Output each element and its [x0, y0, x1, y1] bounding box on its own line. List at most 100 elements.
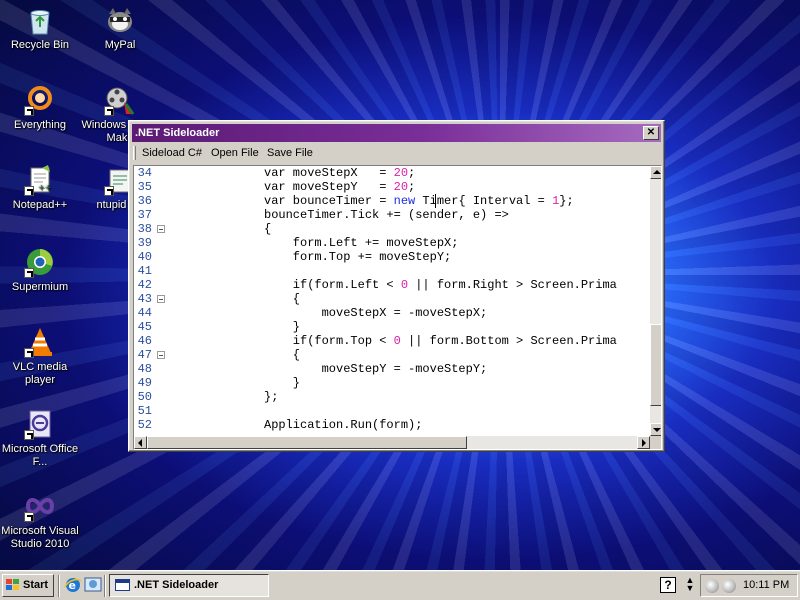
code-token: || form.Right > Screen.Prima	[408, 278, 617, 292]
line-number: 44	[137, 306, 152, 320]
code-line[interactable]: 37 bounceTimer.Tick += (sender, e) =>	[134, 208, 650, 222]
desktop-icon-label: Notepad++	[12, 199, 68, 211]
help-icon[interactable]: ?	[660, 577, 676, 593]
code-token: if(form.Top <	[264, 334, 394, 348]
desktop-icon-mypal[interactable]: MyPal	[80, 4, 160, 52]
arrow-right-icon	[642, 439, 646, 447]
code-line[interactable]: 45 }	[134, 320, 650, 334]
line-number: 43	[137, 292, 152, 306]
arrow-left-icon	[138, 439, 142, 447]
tray-status-icon[interactable]	[722, 579, 736, 593]
code-line[interactable]: 51	[134, 404, 650, 418]
line-number: 34	[137, 166, 152, 180]
code-text: {	[264, 348, 300, 362]
code-line[interactable]: 46 if(form.Top < 0 || form.Bottom > Scre…	[134, 334, 650, 348]
code-line[interactable]: 34 var moveStepX = 20;	[134, 166, 650, 180]
code-area[interactable]: 34 var moveStepX = 20; 35 var moveStepY = 2…	[134, 166, 650, 436]
desktop-icon-visual-studio[interactable]: Microsoft Visual Studio 2010	[0, 490, 80, 551]
code-token: var moveStepY =	[264, 180, 394, 194]
code-line[interactable]: 36 var bounceTimer = new Timer{ Interval …	[134, 194, 650, 208]
code-line[interactable]: 44 moveStepX = -moveStepX;	[134, 306, 650, 320]
clock[interactable]: 10:11 PM	[743, 575, 789, 596]
desktop-icon-label: VLC media player	[12, 361, 68, 386]
desktop-icon-vlc[interactable]: VLC media player	[0, 326, 80, 387]
horizontal-scrollbar[interactable]	[134, 436, 650, 449]
vertical-scrollbar[interactable]	[650, 166, 661, 436]
desktop-icon-notepadpp[interactable]: ++ Notepad++	[0, 164, 80, 212]
toolbar-grip[interactable]	[133, 146, 136, 160]
code-line[interactable]: 43 {	[134, 292, 650, 306]
code-line[interactable]: 50};	[134, 390, 650, 404]
scroll-up-button[interactable]	[650, 166, 661, 179]
code-text: }	[264, 376, 300, 390]
code-line[interactable]: 42 if(form.Left < 0 || form.Right > Scre…	[134, 278, 650, 292]
vertical-scroll-thumb[interactable]	[650, 324, 661, 406]
code-line[interactable]: 52 Application.Run(form);	[134, 418, 650, 432]
menu-sideload-csharp[interactable]: Sideload C#	[142, 143, 202, 163]
line-number: 38	[137, 222, 152, 236]
supermium-icon	[24, 246, 56, 278]
code-line[interactable]: 39 form.Left += moveStepX;	[134, 236, 650, 250]
line-number: 47	[137, 348, 152, 362]
taskbar-button-label: .NET Sideloader	[134, 579, 219, 591]
arrow-down-icon	[653, 428, 661, 432]
code-line[interactable]: 47 {	[134, 348, 650, 362]
taskbar-separator	[104, 575, 106, 597]
line-number: 40	[137, 250, 152, 264]
menu-open-file[interactable]: Open File	[211, 143, 259, 163]
shortcut-arrow-icon	[24, 186, 34, 196]
horizontal-scroll-thumb[interactable]	[147, 436, 467, 449]
code-token: {	[264, 292, 301, 306]
scroll-down-button[interactable]	[650, 423, 661, 436]
code-line[interactable]: 40 form.Top += moveStepY;	[134, 250, 650, 264]
menu-save-file[interactable]: Save File	[267, 143, 313, 163]
close-button[interactable]: ✕	[643, 126, 659, 140]
number-token: 20	[393, 180, 409, 194]
taskbar-button-sideloader[interactable]: .NET Sideloader	[109, 574, 269, 597]
fold-toggle-icon[interactable]	[157, 351, 165, 359]
shortcut-arrow-icon	[104, 186, 114, 196]
code-line[interactable]: 48 moveStepY = -moveStepY;	[134, 362, 650, 376]
show-desktop-icon[interactable]	[84, 576, 102, 594]
desktop-icon-recycle-bin[interactable]: Recycle Bin	[0, 4, 80, 52]
desktop-icon-supermium[interactable]: Supermium	[0, 246, 80, 294]
line-number: 51	[137, 404, 152, 418]
system-tray: 10:11 PM	[700, 574, 798, 597]
code-token: moveStepX = -moveStepX;	[264, 306, 488, 320]
desktop-icon-everything[interactable]: Everything	[0, 84, 80, 132]
code-token: var bounceTimer =	[264, 194, 394, 208]
desktop-icon-office[interactable]: Microsoft Office F...	[0, 408, 80, 469]
scroll-left-button[interactable]	[134, 436, 147, 449]
windows-flag-icon	[6, 579, 20, 591]
sideloader-window: .NET Sideloader ✕ Sideload C# Open File …	[128, 120, 665, 452]
fold-toggle-icon[interactable]	[157, 225, 165, 233]
line-number: 36	[137, 194, 152, 208]
code-text: Application.Run(form);	[264, 418, 422, 432]
code-token: {	[264, 348, 301, 362]
window-titlebar[interactable]: .NET Sideloader ✕	[132, 124, 661, 142]
keyword-token: new	[393, 194, 416, 208]
movie-maker-icon	[104, 84, 136, 116]
desktop-icon-label: Supermium	[11, 281, 69, 293]
code-text: var moveStepY = 20;	[264, 180, 415, 194]
code-line[interactable]: 35 var moveStepY = 20;	[134, 180, 650, 194]
shortcut-arrow-icon	[24, 268, 34, 278]
code-line[interactable]: 41	[134, 264, 650, 278]
line-number: 39	[137, 236, 152, 250]
svg-text:++: ++	[38, 183, 51, 192]
code-editor[interactable]: 34 var moveStepX = 20; 35 var moveStepY = 2…	[133, 165, 662, 450]
code-token: {	[264, 222, 272, 236]
line-number: 50	[137, 390, 152, 404]
code-line[interactable]: 49 }	[134, 376, 650, 390]
start-button[interactable]: Start	[2, 574, 54, 597]
code-line[interactable]: 38 {	[134, 222, 650, 236]
line-number: 41	[137, 264, 152, 278]
fold-toggle-icon[interactable]	[157, 295, 165, 303]
tray-status-icon[interactable]	[705, 579, 719, 593]
menu-bar: Sideload C# Open File Save File	[132, 143, 661, 163]
scroll-right-button[interactable]	[637, 436, 650, 449]
tray-arrows-icon[interactable]: ▲ ▼	[683, 576, 697, 594]
internet-explorer-icon[interactable]: e	[64, 576, 82, 594]
code-token: }	[264, 320, 301, 334]
code-token: Application.Run(form);	[264, 418, 423, 432]
